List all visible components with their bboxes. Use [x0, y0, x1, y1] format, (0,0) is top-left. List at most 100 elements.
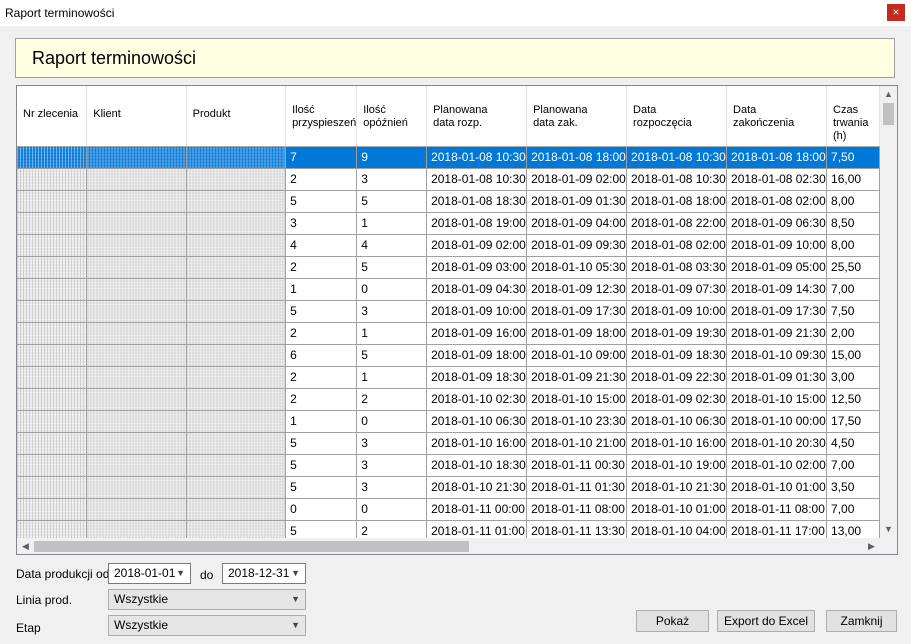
header-row: Nr zlecenia Klient Produkt Ilość przyspiesze… [17, 86, 880, 147]
column-header[interactable]: Klient [86, 86, 187, 147]
stage-select-value: Wszystkie [114, 618, 168, 632]
column-header[interactable]: Data zakończenia [726, 86, 828, 147]
table-cell: 6 [285, 344, 358, 367]
redacted-cell [17, 322, 88, 345]
table-cell: 2018-01-09 21:30 [526, 366, 628, 389]
table-row[interactable]: 0 0 2018-01-11 00:00 2018-01-11 08:00 2018-0… [17, 498, 880, 521]
scroll-right-icon[interactable]: ▶ [863, 538, 880, 554]
table-cell: 2018-01-11 00:30 [526, 454, 628, 477]
table-cell: 3 [356, 300, 428, 323]
redacted-cell [86, 454, 187, 477]
column-header[interactable]: Planowana data rozp. [426, 86, 528, 147]
export-excel-button[interactable]: Export do Excel [717, 610, 815, 632]
table-cell: 5 [356, 190, 428, 213]
column-header-label: Data [633, 104, 657, 116]
table-row[interactable]: 4 4 2018-01-09 02:00 2018-01-09 09:30 2018-0… [17, 234, 880, 257]
table-cell: 2018-01-11 08:00 [726, 498, 828, 521]
table-row[interactable]: 1 0 2018-01-10 06:30 2018-01-10 23:30 2018-0… [17, 410, 880, 433]
horizontal-scrollbar[interactable]: ◀ ▶ [17, 538, 880, 554]
table-cell: 15,00 [826, 344, 880, 367]
table-cell: 2018-01-09 04:30 [426, 278, 528, 301]
table-cell: 2018-01-09 18:30 [626, 344, 728, 367]
table-row[interactable]: 5 2 2018-01-11 01:00 2018-01-11 13:30 2018-0… [17, 520, 880, 538]
table-row[interactable]: 5 3 2018-01-10 16:00 2018-01-10 21:00 2018-0… [17, 432, 880, 455]
table-cell: 3 [356, 476, 428, 499]
table-row[interactable]: 5 3 2018-01-09 10:00 2018-01-09 17:30 2018-0… [17, 300, 880, 323]
column-header-label: przyspieszeń [292, 117, 357, 129]
table-row[interactable]: 5 3 2018-01-10 21:30 2018-01-11 01:30 2018-0… [17, 476, 880, 499]
column-header[interactable]: Data rozpoczęcia [626, 86, 728, 147]
column-header[interactable]: Nr zlecenia [17, 86, 88, 147]
table-cell: 2018-01-08 02:00 [726, 190, 828, 213]
column-header[interactable]: Czas trwania (h) [826, 86, 880, 147]
redacted-cell [86, 300, 187, 323]
table-cell: 3 [356, 432, 428, 455]
table-cell: 2018-01-09 18:00 [526, 322, 628, 345]
scroll-left-icon[interactable]: ◀ [17, 538, 34, 554]
line-select[interactable]: Wszystkie ▼ [108, 589, 306, 610]
redacted-cell [17, 498, 88, 521]
show-button[interactable]: Pokaż [636, 610, 709, 632]
table-row[interactable]: 1 0 2018-01-09 04:30 2018-01-09 12:30 2018-0… [17, 278, 880, 301]
table-cell: 2018-01-08 10:30 [626, 146, 728, 169]
scroll-up-icon[interactable]: ▲ [880, 86, 897, 103]
close-button[interactable]: Zamknij [826, 610, 897, 632]
redacted-cell [17, 476, 88, 499]
date-from-picker[interactable]: 2018-01-01 ▼ [108, 563, 191, 584]
date-to-picker[interactable]: 2018-12-31 ▼ [222, 563, 306, 584]
table-row[interactable]: 2 1 2018-01-09 18:30 2018-01-09 21:30 2018-0… [17, 366, 880, 389]
table-row[interactable]: 6 5 2018-01-09 18:00 2018-01-10 09:00 2018-0… [17, 344, 880, 367]
table-cell: 1 [356, 212, 428, 235]
table-cell: 2018-01-08 10:30 [426, 168, 528, 191]
redacted-cell [17, 256, 88, 279]
table-cell: 2018-01-10 01:00 [626, 498, 728, 521]
table-cell: 2 [285, 322, 358, 345]
table-row[interactable]: 2 5 2018-01-09 03:00 2018-01-10 05:30 2018-0… [17, 256, 880, 279]
table-cell: 5 [356, 256, 428, 279]
redacted-cell [186, 168, 287, 191]
redacted-cell [86, 278, 187, 301]
table-cell: 2018-01-09 06:30 [726, 212, 828, 235]
horizontal-scroll-thumb[interactable] [34, 541, 469, 552]
column-header[interactable]: Ilość opóźnień [356, 86, 428, 147]
vertical-scroll-thumb[interactable] [883, 103, 894, 125]
stage-select[interactable]: Wszystkie ▼ [108, 615, 306, 636]
date-from-value: 2018-01-01 [114, 566, 176, 580]
column-header-label: zakończenia [733, 117, 795, 129]
table-cell: 2018-01-11 01:00 [426, 520, 528, 538]
scroll-down-icon[interactable]: ▼ [880, 521, 897, 538]
table-cell: 1 [356, 322, 428, 345]
table-cell: 5 [285, 476, 358, 499]
column-header-label: Nr zlecenia [23, 108, 79, 120]
column-header[interactable]: Produkt [186, 86, 287, 147]
column-header[interactable]: Ilość przyspieszeń [285, 86, 358, 147]
table-cell: 2 [285, 366, 358, 389]
table-row[interactable]: 7 9 2018-01-08 10:30 2018-01-08 18:00 2018-0… [17, 146, 880, 169]
table-row[interactable]: 5 3 2018-01-10 18:30 2018-01-11 00:30 2018-0… [17, 454, 880, 477]
table-cell: 2018-01-08 02:30 [726, 168, 828, 191]
redacted-cell [17, 278, 88, 301]
column-header-label: rozpoczęcia [633, 117, 692, 129]
line-select-value: Wszystkie [114, 592, 168, 606]
table-cell: 2018-01-09 02:00 [526, 168, 628, 191]
table-row[interactable]: 2 1 2018-01-09 16:00 2018-01-09 18:00 2018-0… [17, 322, 880, 345]
table-cell: 2018-01-11 01:30 [526, 476, 628, 499]
redacted-cell [186, 476, 287, 499]
table-cell: 2018-01-08 02:00 [626, 234, 728, 257]
table-cell: 2,00 [826, 322, 880, 345]
table-row[interactable]: 2 2 2018-01-10 02:30 2018-01-10 15:00 2018-0… [17, 388, 880, 411]
redacted-cell [86, 410, 187, 433]
redacted-cell [86, 322, 187, 345]
table-row[interactable]: 2 3 2018-01-08 10:30 2018-01-09 02:00 2018-0… [17, 168, 880, 191]
table-cell: 2018-01-11 17:00 [726, 520, 828, 538]
table-row[interactable]: 5 5 2018-01-08 18:30 2018-01-09 01:30 2018-0… [17, 190, 880, 213]
redacted-cell [17, 234, 88, 257]
vertical-scrollbar[interactable]: ▲ ▼ [880, 86, 897, 538]
table-row[interactable]: 3 1 2018-01-08 19:00 2018-01-09 04:00 2018-0… [17, 212, 880, 235]
report-header: Raport terminowości [15, 38, 895, 78]
column-header[interactable]: Planowana data zak. [526, 86, 628, 147]
table-cell: 2018-01-10 16:00 [626, 432, 728, 455]
table-cell: 2018-01-09 02:30 [626, 388, 728, 411]
close-window-button[interactable]: × [887, 4, 905, 21]
redacted-cell [17, 212, 88, 235]
